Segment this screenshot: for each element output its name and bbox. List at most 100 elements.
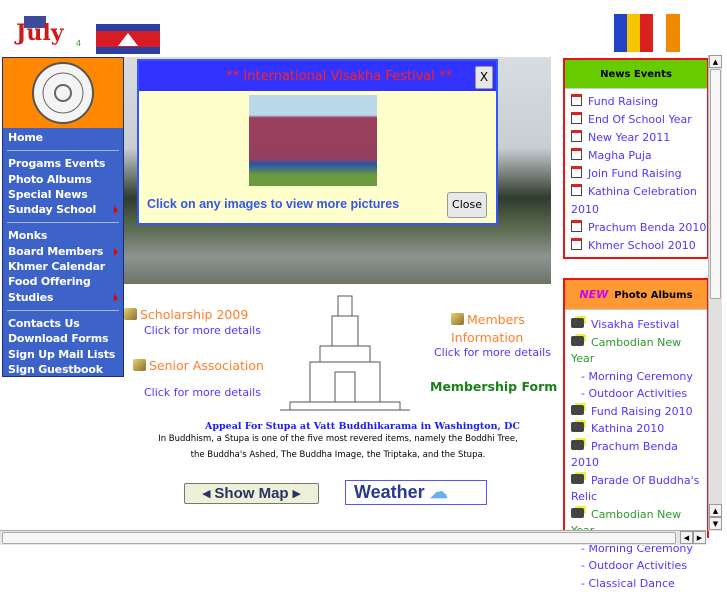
senior-label: Senior Association: [149, 358, 264, 373]
popup-close-button[interactable]: Close: [447, 192, 487, 218]
scholarship-details-link[interactable]: Click for more details: [144, 324, 261, 337]
photo-albums-title: Photo Albums: [614, 290, 692, 301]
menu-item-sign-up-mail-lists[interactable]: Sign Up Mail Lists: [3, 347, 123, 362]
pdf-icon: [571, 166, 582, 178]
menu-item-download-forms[interactable]: Download Forms: [3, 331, 123, 346]
menu-item-label: Board Members: [8, 245, 103, 258]
pdf-icon: [571, 220, 582, 232]
scroll-right-button[interactable]: ▶: [693, 531, 706, 544]
horizontal-scrollbar[interactable]: ◀ ▶: [0, 530, 706, 545]
menu-item-monks[interactable]: Monks: [3, 228, 123, 243]
menu-item-sign-guestbook[interactable]: Sign Guestbook: [3, 362, 123, 377]
album-item-label: - Morning Ceremony: [581, 370, 693, 383]
album-item-kathina-2010[interactable]: Kathina 2010: [565, 420, 707, 438]
album-item-label: Cambodian New Year: [571, 336, 681, 366]
menu-item-label: Home: [8, 131, 43, 144]
scrollbar-thumb[interactable]: [710, 69, 721, 299]
news-item-end-of-school-year[interactable]: End Of School Year: [565, 111, 707, 129]
scroll-up-button[interactable]: ▲: [709, 55, 722, 68]
pdf-icon: [571, 148, 582, 160]
dharma-wheel-logo: [3, 58, 123, 128]
menu-divider: [7, 222, 119, 223]
members-details-link[interactable]: Click for more details: [434, 346, 551, 359]
menu-item-progams-events[interactable]: Progams Events: [3, 156, 123, 171]
menu-item-label: Progams Events: [8, 157, 105, 170]
album-item-outdoor-activities[interactable]: - Outdoor Activities: [565, 557, 707, 575]
menu-item-label: Monks: [8, 229, 47, 242]
view-pictures-link[interactable]: Click on any images to view more picture…: [147, 197, 399, 211]
senior-association-link[interactable]: Senior Association: [133, 358, 264, 373]
news-item-fund-raising[interactable]: Fund Raising: [565, 93, 707, 111]
stupa-appeal-link[interactable]: Appeal For Stupa at Vatt Buddhikarama in…: [205, 421, 520, 432]
camera-icon: [571, 508, 584, 518]
menu-item-label: Contacts Us: [8, 317, 80, 330]
cambodia-flag-icon: [96, 24, 160, 54]
news-item-khmer-school-2010[interactable]: Khmer School 2010: [565, 237, 707, 255]
news-item-new-year-2011[interactable]: New Year 2011: [565, 129, 707, 147]
album-list: Visakha Festival Cambodian New Year - Morn…: [565, 310, 707, 592]
camera-icon: [571, 422, 584, 432]
menu-item-khmer-calendar[interactable]: Khmer Calendar: [3, 259, 123, 274]
album-item-label: Fund Raising 2010: [591, 405, 693, 418]
menu-item-photo-albums[interactable]: Photo Albums: [3, 172, 123, 187]
members-link[interactable]: Members: [451, 312, 525, 327]
stupa-text-2: the Buddha's Ashed, The Buddha Image, th…: [148, 450, 528, 460]
news-list: Fund Raising End Of School Year New Year 2…: [565, 89, 707, 255]
svg-text:July: July: [14, 20, 65, 46]
news-item-label: Join Fund Raising: [588, 167, 682, 180]
menu-item-label: Special News: [8, 188, 88, 201]
menu-item-label: View Guestbook: [8, 378, 105, 391]
news-item-label: Kathina Celebration 2010: [571, 185, 697, 216]
album-item-outdoor-activities[interactable]: - Outdoor Activities: [565, 385, 707, 403]
festival-image[interactable]: [249, 95, 377, 186]
album-item-classical-dance[interactable]: - Classical Dance: [565, 575, 707, 592]
menu-item-special-news[interactable]: Special News: [3, 187, 123, 202]
popup-x-button[interactable]: X: [475, 66, 493, 89]
senior-details-link[interactable]: Click for more details: [144, 386, 261, 399]
pen-icon: [124, 308, 137, 320]
july4-logo: July4: [14, 16, 84, 46]
scroll-up-button-2[interactable]: ▲: [709, 504, 722, 517]
menu-item-contacts-us[interactable]: Contacts Us: [3, 316, 123, 331]
pdf-icon: [571, 184, 582, 196]
news-item-prachum-benda-2010[interactable]: Prachum Benda 2010: [565, 219, 707, 237]
menu-item-home[interactable]: Home: [3, 130, 123, 145]
menu-item-sunday-school[interactable]: Sunday School: [3, 202, 123, 217]
album-item-morning-ceremony[interactable]: - Morning Ceremony: [565, 368, 707, 386]
album-item-fund-raising-2010[interactable]: Fund Raising 2010: [565, 403, 707, 421]
album-item-visakha-festival[interactable]: Visakha Festival: [565, 316, 707, 334]
submenu-arrow-icon: [114, 206, 118, 214]
pdf-icon: [571, 238, 582, 250]
album-item-cambodian-new-year[interactable]: Cambodian New Year: [565, 334, 707, 368]
news-item-magha-puja[interactable]: Magha Puja: [565, 147, 707, 165]
scroll-down-button[interactable]: ▼: [709, 517, 722, 530]
menu-item-view-guestbook[interactable]: View Guestbook: [3, 377, 123, 392]
news-item-label: End Of School Year: [588, 113, 692, 126]
album-item-prachum-benda-2010[interactable]: Prachum Benda 2010: [565, 438, 707, 472]
album-item-parade-of-buddha-s-relic[interactable]: Parade Of Buddha's Relic: [565, 472, 707, 506]
news-item-label: Magha Puja: [588, 149, 652, 162]
news-item-kathina-celebration-2010[interactable]: Kathina Celebration 2010: [565, 183, 707, 219]
submenu-arrow-icon: [114, 294, 118, 302]
scroll-left-button[interactable]: ◀: [680, 531, 693, 544]
weather-cloud-icon: ☁: [430, 482, 448, 502]
show-map-button[interactable]: ◂ Show Map ▸: [184, 483, 319, 504]
pen-icon: [451, 313, 464, 325]
news-item-join-fund-raising[interactable]: Join Fund Raising: [565, 165, 707, 183]
scholarship-link[interactable]: Scholarship 2009: [124, 307, 248, 322]
weather-button[interactable]: Weather ☁: [345, 480, 487, 505]
menu-item-label: Sunday School: [8, 203, 96, 216]
menu-item-label: Photo Albums: [8, 173, 92, 186]
sidebar-menu: Home Progams Events Photo Albums Special Ne…: [2, 57, 124, 377]
stupa-drawing[interactable]: [280, 292, 410, 414]
members-label: Members: [467, 312, 525, 327]
menu-item-studies[interactable]: Studies: [3, 290, 123, 305]
vertical-scrollbar[interactable]: ▲ ▲ ▼: [708, 55, 722, 531]
menu-item-label: Food Offering: [8, 275, 91, 288]
menu-item-food-offering[interactable]: Food Offering: [3, 274, 123, 289]
news-item-label: Fund Raising: [588, 95, 658, 108]
menu-item-board-members[interactable]: Board Members: [3, 244, 123, 259]
membership-form-link[interactable]: Membership Form: [430, 379, 557, 394]
hscroll-thumb[interactable]: [2, 532, 676, 544]
members-information-label[interactable]: Information: [451, 330, 523, 345]
